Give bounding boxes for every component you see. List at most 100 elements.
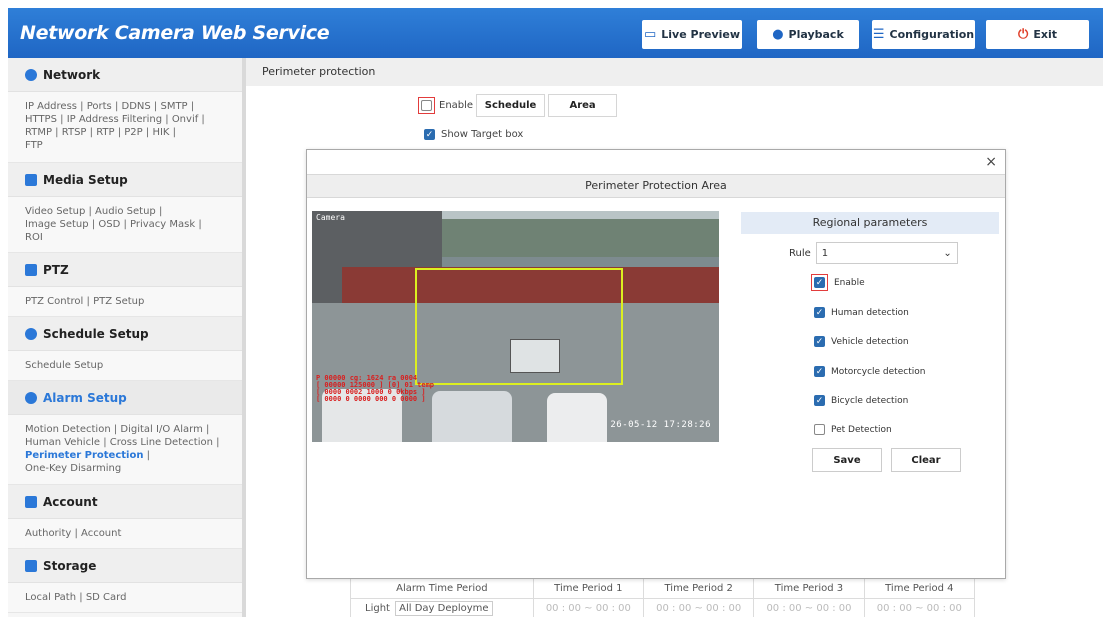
sidebar-section-schedule-setup[interactable]: Schedule Setup [8, 317, 242, 351]
sidebar-link-perimeter-protection[interactable]: Perimeter Protection [25, 450, 143, 461]
sidebar-link-rtp[interactable]: RTP [96, 127, 114, 138]
schedule-button[interactable]: Schedule [476, 94, 546, 117]
sidebar-link-audio-setup[interactable]: Audio Setup [95, 206, 156, 217]
table-header: Time Period 3 [753, 578, 865, 599]
params-title: Regional parameters [741, 212, 999, 234]
camera-preview[interactable]: Camera P 00000 cg: 1624 ra 0004 [ 00000 … [312, 211, 719, 442]
section-title: PTZ [43, 262, 69, 277]
sidebar-section-alarm-setup[interactable]: Alarm Setup [8, 381, 242, 415]
sidebar-link-sd-card[interactable]: SD Card [86, 592, 127, 603]
sidebar-link-motion-detection[interactable]: Motion Detection [25, 424, 111, 435]
sidebar-section-media-setup[interactable]: Media Setup [8, 163, 242, 197]
monitor-icon: ▭ [643, 27, 657, 42]
sidebar-link-ports[interactable]: Ports [87, 101, 112, 112]
option-label: Pet Detection [831, 424, 892, 435]
live-preview-button[interactable]: ▭ Live Preview [642, 20, 742, 49]
sidebar-link-roi[interactable]: ROI [25, 232, 43, 243]
enable-highlight [418, 97, 435, 114]
playback-label: Playback [788, 28, 844, 41]
regional-parameters: Regional parameters Rule 1 ⌄ ✓ Enable ✓ … [741, 212, 999, 472]
time-period-cell[interactable]: 00 : 00 ~ 00 : 00 [863, 598, 976, 617]
schedule-table: Alarm Time Period Time Period 1 Time Per… [350, 578, 976, 617]
option-label: Enable [834, 277, 865, 288]
ptz-links: PTZ Control | PTZ Setup [8, 287, 242, 317]
sidebar-link-cross-line-detection[interactable]: Cross Line Detection [110, 437, 213, 448]
sidebar-link-p2p[interactable]: P2P [124, 127, 142, 138]
deployment-select[interactable]: All Day Deployme [395, 601, 493, 616]
sidebar-link-ptz-control[interactable]: PTZ Control [25, 296, 83, 307]
exit-button[interactable]: ⏻ Exit [986, 20, 1089, 49]
sidebar-link-smtp[interactable]: SMTP [160, 101, 187, 112]
save-button[interactable]: Save [812, 448, 882, 472]
configuration-button[interactable]: ☰ Configuration [872, 20, 975, 49]
sidebar-link-authority[interactable]: Authority [25, 528, 71, 539]
time-period-cell[interactable]: 00 : 00 ~ 00 : 00 [753, 598, 865, 617]
sidebar-link-rtsp[interactable]: RTSP [62, 127, 87, 138]
media-links: Video Setup | Audio Setup | Image Setup … [8, 197, 242, 253]
motorcycle-detection-row: ✓ Motorcycle detection [814, 366, 925, 377]
vehicle-detection-row: ✓ Vehicle detection [814, 336, 909, 347]
parked-car [547, 393, 607, 442]
sidebar-section-storage[interactable]: Storage [8, 549, 242, 583]
pet-detection-checkbox[interactable] [814, 424, 825, 435]
app-root: Network Camera Web Service ▭ Live Previe… [0, 0, 1103, 617]
sidebar-link-ddns[interactable]: DDNS [122, 101, 151, 112]
ptz-icon [25, 263, 37, 276]
sidebar-link-one-key-disarming[interactable]: One-Key Disarming [25, 463, 121, 474]
close-icon[interactable]: × [985, 154, 997, 170]
sidebar-link-human-vehicle[interactable]: Human Vehicle [25, 437, 100, 448]
rule-enable-checkbox[interactable]: ✓ [814, 277, 825, 288]
sidebar-link-hik[interactable]: HIK [152, 127, 169, 138]
bicycle-detection-checkbox[interactable]: ✓ [814, 395, 825, 406]
area-button[interactable]: Area [548, 94, 618, 117]
storage-links: Local Path | SD Card [8, 583, 242, 613]
time-period-cell[interactable]: 00 : 00 ~ 00 : 00 [643, 598, 755, 617]
sidebar-link-schedule-setup[interactable]: Schedule Setup [25, 360, 103, 371]
human-detection-checkbox[interactable]: ✓ [814, 307, 825, 318]
table-header: Time Period 4 [863, 578, 976, 599]
show-target-checkbox[interactable]: ✓ [424, 129, 435, 140]
clear-button[interactable]: Clear [891, 448, 961, 472]
enable-label: Enable [439, 100, 474, 111]
table-header: Alarm Time Period [350, 578, 534, 599]
pet-detection-row: Pet Detection [814, 424, 892, 435]
live-preview-label: Live Preview [661, 28, 741, 41]
sidebar-link-digital-io-alarm[interactable]: Digital I/O Alarm [120, 424, 202, 435]
sidebar-link-onvif[interactable]: Onvif [172, 114, 198, 125]
sidebar-link-local-path[interactable]: Local Path [25, 592, 76, 603]
sidebar-link-ftp[interactable]: FTP [25, 140, 43, 151]
sidebar-section-ptz[interactable]: PTZ [8, 253, 242, 287]
overlay-line: [ 0000 0 0000 000 0 0000 ] [316, 395, 426, 403]
sidebar-link-ip-filtering[interactable]: IP Address Filtering [67, 114, 162, 125]
perimeter-area-dialog: × Perimeter Protection Area Camera P 000… [306, 149, 1006, 579]
enable-checkbox[interactable] [421, 100, 432, 111]
sidebar-link-image-setup[interactable]: Image Setup [25, 219, 89, 230]
section-title: Account [43, 494, 98, 509]
section-title: Storage [43, 558, 97, 573]
camera-label: Camera [316, 213, 345, 222]
sidebar-link-rtmp[interactable]: RTMP [25, 127, 52, 138]
section-title: Alarm Setup [43, 390, 127, 405]
motorcycle-detection-checkbox[interactable]: ✓ [814, 366, 825, 377]
sidebar-link-https[interactable]: HTTPS [25, 114, 57, 125]
sidebar-link-osd[interactable]: OSD [98, 219, 120, 230]
sidebar-link-account[interactable]: Account [81, 528, 121, 539]
time-period-cell[interactable]: 00 : 00 ~ 00 : 00 [532, 598, 645, 617]
configuration-label: Configuration [889, 28, 975, 41]
sidebar-link-ip-address[interactable]: IP Address [25, 101, 77, 112]
playback-icon: ● [772, 27, 784, 42]
light-cell: Light All Day Deployme [350, 598, 534, 617]
sidebar-section-network[interactable]: Network [8, 58, 242, 92]
row-label: Light [365, 603, 390, 614]
sidebar-divider[interactable] [242, 58, 246, 617]
sidebar-link-ptz-setup[interactable]: PTZ Setup [93, 296, 144, 307]
table-row: Light All Day Deployme 00 : 00 ~ 00 : 00… [350, 598, 976, 617]
sidebar-link-privacy-mask[interactable]: Privacy Mask [130, 219, 195, 230]
vehicle-detection-checkbox[interactable]: ✓ [814, 336, 825, 347]
sidebar-section-account[interactable]: Account [8, 485, 242, 519]
sidebar-link-video-setup[interactable]: Video Setup [25, 206, 85, 217]
rule-select[interactable]: 1 ⌄ [815, 242, 958, 264]
camera-timestamp: 26-05-12 17:28:26 [610, 420, 711, 430]
playback-button[interactable]: ● Playback [757, 20, 859, 49]
detection-region[interactable] [415, 268, 623, 385]
